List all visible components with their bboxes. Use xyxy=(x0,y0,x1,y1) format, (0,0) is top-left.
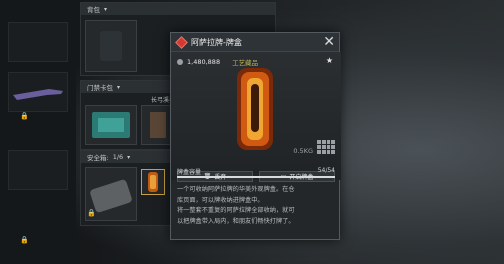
safe-box-title: 安全箱: xyxy=(87,154,109,162)
item-description: 一个可收纳阿萨拉牌的华美外观牌盒。在仓 库页面，可以牌收纳进牌盒中。将一整套不重复… xyxy=(177,185,335,227)
item-preview: 1,480,888 工艺藏品 ★ 0.5KG 🗑 丢弃 ▭ 开启牌盒 xyxy=(171,52,341,182)
capacity-bar xyxy=(177,176,335,178)
item-price: 1,480,888 xyxy=(187,58,221,66)
lock-icon: 🔒 xyxy=(20,236,29,244)
loadout-slot[interactable] xyxy=(8,22,68,62)
chevron-down-icon[interactable]: ▾ xyxy=(104,6,107,13)
chevron-down-icon[interactable]: ▾ xyxy=(127,154,130,161)
close-icon[interactable]: ✕ xyxy=(323,35,335,49)
capacity-value: 54/54 xyxy=(317,167,335,174)
rifle-icon xyxy=(13,89,63,100)
chevron-down-icon[interactable]: ▾ xyxy=(117,84,120,91)
lock-icon: 🔒 xyxy=(20,112,29,120)
loadout-slot[interactable] xyxy=(8,150,68,190)
card-box-icon xyxy=(148,172,158,192)
left-loadout-column: 🔒 🔒 xyxy=(0,0,76,264)
description-line: 以把牌盒带入局内，和朋友们畅快打牌了。 xyxy=(177,217,295,225)
card-case-icon xyxy=(92,112,130,138)
capacity-label: 牌盒容量 xyxy=(177,169,202,176)
coin-icon xyxy=(177,59,183,65)
item-weight: 0.5KG xyxy=(293,147,313,155)
capacity-bar-fill xyxy=(177,176,335,178)
gate-bag-slot[interactable] xyxy=(85,105,137,145)
description-line: 一个可收纳阿萨拉牌的华美外观牌盒。在仓 xyxy=(177,186,295,193)
backpack-icon xyxy=(100,31,122,61)
loadout-slot[interactable] xyxy=(8,72,68,112)
rarity-diamond-icon xyxy=(175,35,188,49)
description-line: 库页面，可以牌收纳进牌盒中。 xyxy=(177,196,264,204)
backpack-slot[interactable] xyxy=(85,20,137,72)
favorite-star-icon[interactable]: ★ xyxy=(326,56,333,65)
description-line: 将一整套不重复的阿萨拉牌全部收纳，就可 xyxy=(177,207,295,214)
card-box-image xyxy=(237,68,273,150)
gate-bag-title: 门禁卡包 xyxy=(87,84,113,92)
safe-box-count: 1/6 xyxy=(112,153,124,161)
lock-icon: 🔒 xyxy=(87,209,96,217)
popup-title: 阿萨拉牌-牌盒 xyxy=(191,37,242,47)
item-detail-popup: 阿萨拉牌-牌盒 ✕ 1,480,888 工艺藏品 ★ 0.5KG 🗑 丢弃 xyxy=(170,32,341,240)
card-box-slot-selected[interactable] xyxy=(141,169,165,195)
backpack-title: 背包 xyxy=(87,6,100,14)
item-size-icon xyxy=(317,140,335,154)
